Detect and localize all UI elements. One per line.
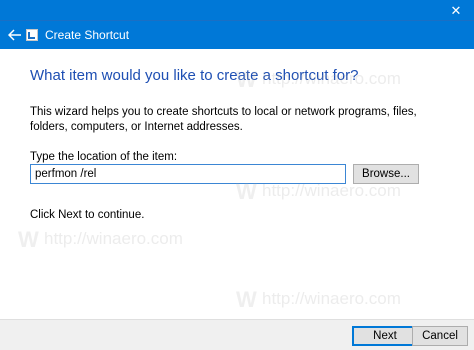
location-input[interactable] xyxy=(30,164,346,184)
next-button[interactable]: Next xyxy=(352,326,418,346)
watermark-url: http://winaero.com xyxy=(262,289,401,308)
wizard-footer: Next Cancel xyxy=(0,319,474,350)
shortcut-wizard-icon xyxy=(26,29,38,41)
wizard-content: What item would you like to create a sho… xyxy=(0,49,474,319)
watermark-logo: W xyxy=(18,227,39,252)
watermark-url: http://winaero.com xyxy=(44,229,183,248)
continue-instruction: Click Next to continue. xyxy=(30,209,145,221)
watermark-logo: W xyxy=(236,287,257,312)
wizard-header: Create Shortcut xyxy=(0,21,474,49)
window-close-button[interactable]: ✕ xyxy=(438,0,474,21)
back-arrow-icon[interactable] xyxy=(6,26,24,44)
cancel-button[interactable]: Cancel xyxy=(412,326,468,346)
watermark-url: http://winaero.com xyxy=(262,181,401,200)
wizard-title: Create Shortcut xyxy=(45,28,130,42)
window-titlebar: ✕ xyxy=(0,0,474,21)
wizard-description: This wizard helps you to create shortcut… xyxy=(30,106,417,133)
location-label: Type the location of the item: xyxy=(30,151,178,163)
page-heading: What item would you like to create a sho… xyxy=(30,67,359,84)
browse-button[interactable]: Browse... xyxy=(353,164,419,184)
